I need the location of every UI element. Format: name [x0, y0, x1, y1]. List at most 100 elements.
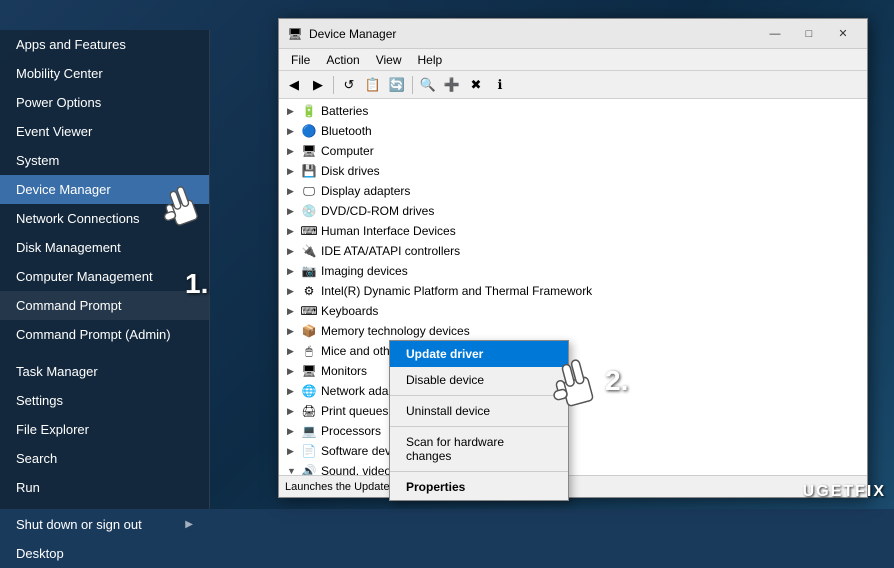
tree-arrow: ▶ — [287, 126, 301, 137]
tree-item-print[interactable]: ▶ 🖨 Print queues — [279, 401, 867, 421]
toolbar-refresh[interactable]: ↺ — [338, 74, 360, 96]
menu-item-computer-mgmt[interactable]: Computer Management — [0, 262, 209, 291]
mouse-icon: 🖱 — [301, 343, 317, 359]
menu-item-file-explorer[interactable]: File Explorer — [0, 415, 209, 444]
tree-item-disk-drives[interactable]: ▶ 💾 Disk drives — [279, 161, 867, 181]
memory-icon: 📦 — [301, 323, 317, 339]
window-title-icon: 🖥 — [287, 26, 303, 42]
ctx-uninstall-device[interactable]: Uninstall device — [390, 398, 568, 424]
close-button[interactable]: ✕ — [827, 24, 859, 44]
ctx-update-driver[interactable]: Update driver — [390, 341, 568, 367]
toolbar-remove[interactable]: ✖ — [465, 74, 487, 96]
tree-arrow: ▶ — [287, 346, 301, 357]
window-content: ▶ 🔋 Batteries ▶ 🔵 Bluetooth ▶ 🖥 Computer… — [279, 99, 867, 475]
menu-item-settings[interactable]: Settings — [0, 386, 209, 415]
toolbar-sep-2 — [412, 76, 413, 94]
desktop: Apps and Features Mobility Center Power … — [0, 0, 894, 509]
tree-item-memory[interactable]: ▶ 📦 Memory technology devices — [279, 321, 867, 341]
menu-item-task-manager[interactable]: Task Manager — [0, 357, 209, 386]
menu-item-search[interactable]: Search — [0, 444, 209, 473]
toolbar-forward[interactable]: ▶ — [307, 74, 329, 96]
tree-arrow: ▶ — [287, 146, 301, 157]
dvd-icon: 💿 — [301, 203, 317, 219]
toolbar-back[interactable]: ◀ — [283, 74, 305, 96]
menu-item-event[interactable]: Event Viewer — [0, 117, 209, 146]
menu-item-run[interactable]: Run — [0, 473, 209, 502]
tree-item-ide[interactable]: ▶ 🔌 IDE ATA/ATAPI controllers — [279, 241, 867, 261]
tree-arrow: ▶ — [287, 326, 301, 337]
menu-file[interactable]: File — [283, 51, 318, 69]
network-icon: 🌐 — [301, 383, 317, 399]
device-tree[interactable]: ▶ 🔋 Batteries ▶ 🔵 Bluetooth ▶ 🖥 Computer… — [279, 99, 867, 475]
tree-item-dvd[interactable]: ▶ 💿 DVD/CD-ROM drives — [279, 201, 867, 221]
menu-item-cmd-admin[interactable]: Command Prompt (Admin) — [0, 320, 209, 349]
menu-item-power[interactable]: Power Options — [0, 88, 209, 117]
window-statusbar: Launches the Update Dri... — [279, 475, 867, 497]
toolbar-scan[interactable]: 🔍 — [417, 74, 439, 96]
tree-arrow: ▶ — [287, 306, 301, 317]
menu-item-network[interactable]: Network Connections — [0, 204, 209, 233]
menu-item-device-manager[interactable]: Device Manager — [0, 175, 209, 204]
tree-item-monitors[interactable]: ▶ 🖥 Monitors — [279, 361, 867, 381]
menu-help[interactable]: Help — [410, 51, 451, 69]
ctx-scan-hardware[interactable]: Scan for hardware changes — [390, 429, 568, 469]
monitor-icon: 🖥 — [301, 363, 317, 379]
menu-item-desktop[interactable]: Desktop — [0, 539, 209, 568]
ctx-sep-3 — [390, 471, 568, 472]
printer-icon: 🖨 — [301, 403, 317, 419]
disk-icon: 💾 — [301, 163, 317, 179]
tree-arrow: ▶ — [287, 386, 301, 397]
watermark-text: UGETFIX — [803, 483, 886, 500]
maximize-button[interactable]: □ — [793, 24, 825, 44]
tree-expand-sound: ▼ — [287, 466, 301, 475]
tree-item-imaging[interactable]: ▶ 📷 Imaging devices — [279, 261, 867, 281]
menu-item-shutdown[interactable]: Shut down or sign out ▶ — [0, 510, 209, 539]
menu-item-apps[interactable]: Apps and Features — [0, 30, 209, 59]
tree-item-hid[interactable]: ▶ ⌨ Human Interface Devices — [279, 221, 867, 241]
keyboard-icon: ⌨ — [301, 303, 317, 319]
tree-item-intel-dynamic[interactable]: ▶ ⚙ Intel(R) Dynamic Platform and Therma… — [279, 281, 867, 301]
tree-arrow: ▶ — [287, 446, 301, 457]
tree-arrow: ▶ — [287, 286, 301, 297]
menu-item-mobility[interactable]: Mobility Center — [0, 59, 209, 88]
tree-item-batteries[interactable]: ▶ 🔋 Batteries — [279, 101, 867, 121]
ide-icon: 🔌 — [301, 243, 317, 259]
start-menu: Apps and Features Mobility Center Power … — [0, 30, 210, 509]
computer-icon: 🖥 — [301, 143, 317, 159]
intel-icon: ⚙ — [301, 283, 317, 299]
imaging-icon: 📷 — [301, 263, 317, 279]
tree-arrow: ▶ — [287, 166, 301, 177]
display-icon: 🖵 — [301, 183, 317, 199]
tree-item-mice[interactable]: ▶ 🖱 Mice and other pointing devices — [279, 341, 867, 361]
tree-item-keyboards[interactable]: ▶ ⌨ Keyboards — [279, 301, 867, 321]
tree-arrow: ▶ — [287, 226, 301, 237]
toolbar-info[interactable]: ℹ — [489, 74, 511, 96]
window-menubar: File Action View Help — [279, 49, 867, 71]
ctx-disable-device[interactable]: Disable device — [390, 367, 568, 393]
tree-item-software[interactable]: ▶ 📄 Software devices — [279, 441, 867, 461]
toolbar-update[interactable]: 🔄 — [386, 74, 408, 96]
tree-item-computer[interactable]: ▶ 🖥 Computer — [279, 141, 867, 161]
tree-arrow: ▶ — [287, 186, 301, 197]
tree-item-network[interactable]: ▶ 🌐 Network adapters — [279, 381, 867, 401]
menu-item-disk[interactable]: Disk Management — [0, 233, 209, 262]
menu-item-system[interactable]: System — [0, 146, 209, 175]
window-title: Device Manager — [309, 27, 759, 41]
toolbar-properties[interactable]: 📋 — [362, 74, 384, 96]
minimize-button[interactable]: — — [759, 24, 791, 44]
tree-item-processors[interactable]: ▶ 💻 Processors — [279, 421, 867, 441]
menu-item-cmd[interactable]: Command Prompt — [0, 291, 209, 320]
menu-action[interactable]: Action — [318, 51, 367, 69]
battery-icon: 🔋 — [301, 103, 317, 119]
menu-view[interactable]: View — [368, 51, 410, 69]
ctx-sep-1 — [390, 395, 568, 396]
device-manager-window: 🖥 Device Manager — □ ✕ File Action View … — [278, 18, 868, 498]
ctx-properties[interactable]: Properties — [390, 474, 568, 500]
tree-arrow: ▶ — [287, 366, 301, 377]
hid-icon: ⌨ — [301, 223, 317, 239]
tree-item-display[interactable]: ▶ 🖵 Display adapters — [279, 181, 867, 201]
tree-item-bluetooth[interactable]: ▶ 🔵 Bluetooth — [279, 121, 867, 141]
toolbar-add[interactable]: ➕ — [441, 74, 463, 96]
tree-item-sound[interactable]: ▼ 🔊 Sound, video and game controllers — [279, 461, 867, 475]
tree-arrow: ▶ — [287, 406, 301, 417]
